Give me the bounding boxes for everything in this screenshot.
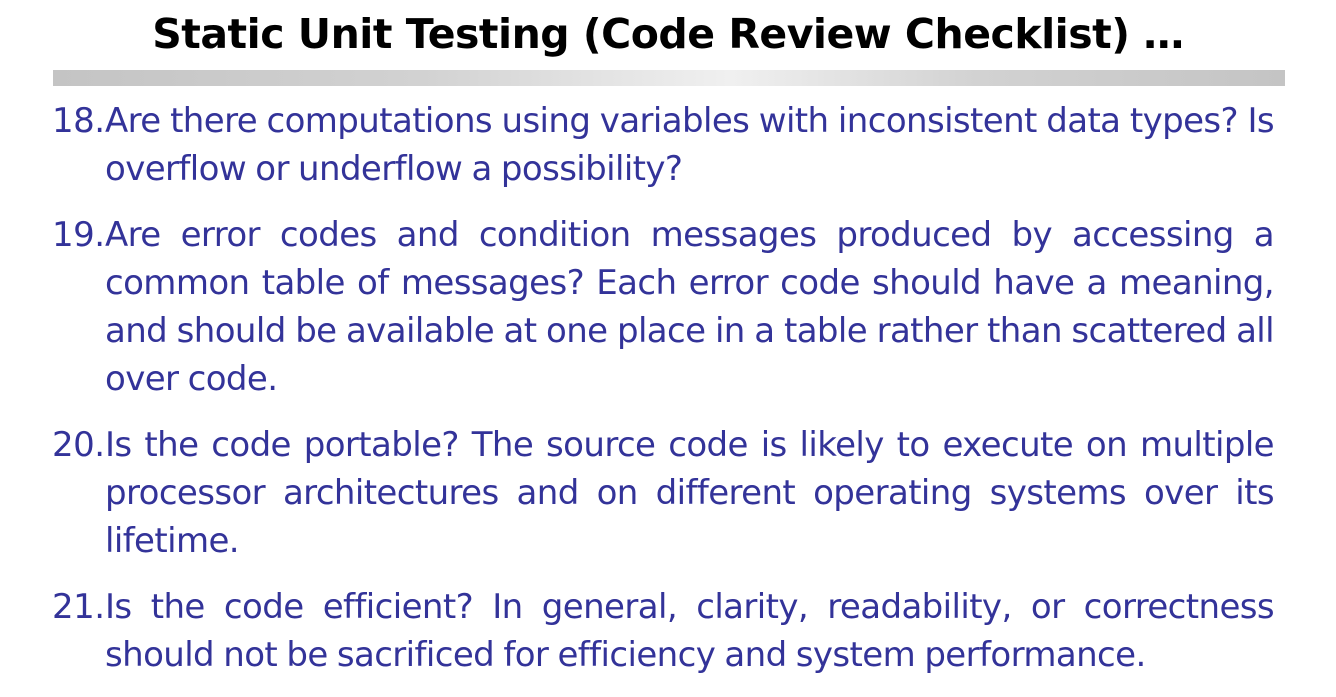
item-number: 21. — [52, 587, 105, 627]
slide-title: Static Unit Testing (Code Review Checkli… — [152, 10, 1184, 58]
item-text: Are error codes and condition messages p… — [105, 215, 1275, 399]
item-text: Are there computations using variables w… — [105, 101, 1275, 189]
item-text: Is the code portable? The source code is… — [105, 425, 1275, 561]
item-number: 20. — [52, 425, 105, 465]
item-text: Is the code efficient? In general, clari… — [105, 587, 1275, 675]
checklist-item-18: 18. Are there computations using variabl… — [52, 97, 1275, 193]
checklist: 18. Are there computations using variabl… — [52, 97, 1275, 697]
checklist-item-21: 21. Is the code efficient? In general, c… — [52, 583, 1275, 679]
checklist-item-19: 19. Are error codes and condition messag… — [52, 211, 1275, 403]
slide: Static Unit Testing (Code Review Checkli… — [0, 0, 1336, 692]
title-divider — [53, 70, 1285, 86]
item-number: 19. — [52, 215, 105, 255]
item-number: 18. — [52, 101, 105, 141]
checklist-item-20: 20. Is the code portable? The source cod… — [52, 421, 1275, 565]
